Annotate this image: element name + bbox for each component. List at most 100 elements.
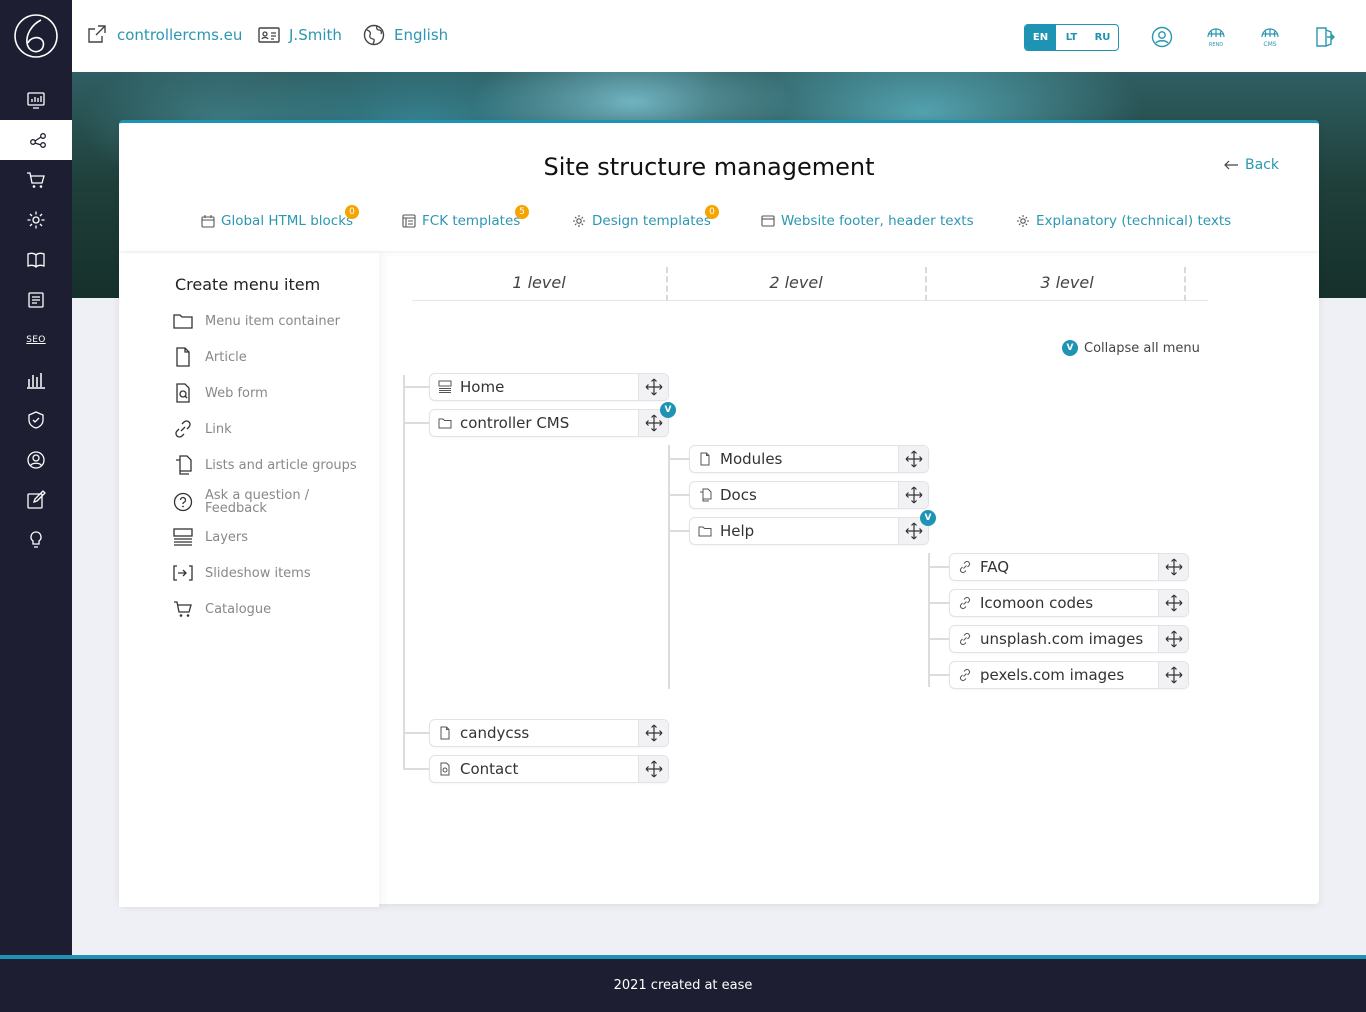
window-icon [761,215,775,227]
tab-explanatory-texts[interactable]: Explanatory (technical) texts [1016,213,1231,229]
expand-toggle[interactable]: V [920,510,936,526]
user-link[interactable]: J.Smith [258,24,342,46]
node-label[interactable]: Contact [460,760,638,778]
level-separator [666,267,668,301]
copy-icon [700,488,712,502]
move-icon [1165,666,1182,684]
move-handle[interactable] [1158,554,1188,580]
level-separator [1184,267,1186,301]
back-label: Back [1245,157,1279,173]
tab-fck-templates[interactable]: FCK templates 5 [402,205,529,229]
create-link[interactable]: Link [173,419,232,439]
create-menu-item-container[interactable]: Menu item container [173,311,340,331]
collapse-all-button[interactable]: V Collapse all menu [1062,340,1200,356]
folder-icon [173,314,193,329]
tab-design-templates[interactable]: Design templates 0 [572,205,719,229]
link-icon [960,633,970,645]
lang-ru[interactable]: RU [1087,25,1118,50]
dashboard-icon[interactable] [0,80,72,120]
folder-icon [698,526,712,537]
seo-icon[interactable]: SEO [0,320,72,360]
cms-globe-icon[interactable]: CMS [1257,24,1283,50]
move-handle[interactable] [638,756,668,782]
slideshow-icon [173,565,193,581]
move-handle[interactable] [898,446,928,472]
move-handle[interactable] [638,720,668,746]
logo-icon[interactable] [13,13,59,59]
node-label[interactable]: FAQ [980,558,1158,576]
rend-globe-icon[interactable]: REND [1203,24,1229,50]
node-label[interactable]: Help [720,522,898,540]
site-link[interactable]: controllercms.eu [86,24,242,46]
news-icon[interactable] [0,280,72,320]
book-icon[interactable] [0,240,72,280]
structure-card: Site structure management Back Global HT… [119,120,1319,907]
menu-node-help: Help V [689,510,936,545]
move-handle[interactable] [1158,590,1188,616]
menu-node-unsplash: unsplash.com images [949,625,1189,653]
menu-node-candycss: candycss [429,719,669,747]
menu-node-icomoon: Icomoon codes [949,589,1189,617]
menu-node-pexels: pexels.com images [949,661,1189,689]
cms-label: CMS [1263,41,1276,48]
move-icon [905,522,922,540]
tree-line [403,386,429,388]
id-card-icon [258,27,280,43]
node-label[interactable]: pexels.com images [980,666,1158,684]
web-form-icon [440,762,450,776]
create-web-form[interactable]: Web form [173,383,268,403]
language-label: English [394,26,449,44]
collapse-icon: V [1062,340,1078,356]
profile-icon[interactable] [1149,24,1175,50]
tree-line [403,375,405,769]
settings-icon[interactable] [0,200,72,240]
create-lists-article-groups[interactable]: Lists and article groups [173,455,357,475]
file-icon [176,347,190,367]
node-label[interactable]: Icomoon codes [980,594,1158,612]
move-handle[interactable] [1158,626,1188,652]
tree-line [928,638,950,640]
page-title: Site structure management [543,153,875,181]
create-catalogue[interactable]: Catalogue [173,599,271,619]
stats-icon[interactable] [0,360,72,400]
expand-toggle[interactable]: V [660,402,676,418]
lightbulb-icon[interactable] [0,520,72,560]
move-icon [645,760,662,778]
level-separator [925,267,927,301]
badge-count: 0 [705,205,719,219]
node-label[interactable]: Docs [720,486,898,504]
logout-icon[interactable] [1311,24,1337,50]
layers-icon [173,528,193,546]
language-link[interactable]: English [363,24,448,46]
create-question-feedback[interactable]: Ask a question / Feedback [173,489,315,515]
cart-icon[interactable] [0,160,72,200]
move-handle[interactable] [638,374,668,400]
tab-global-html-blocks[interactable]: Global HTML blocks 0 [201,205,359,229]
move-handle[interactable] [898,482,928,508]
menu-node-home: Home [429,373,669,401]
tree-line [928,674,950,676]
edit-icon[interactable] [0,480,72,520]
move-handle[interactable] [1158,662,1188,688]
footer-text: 2021 created at ease [613,978,753,993]
node-label[interactable]: candycss [460,724,638,742]
lang-lt[interactable]: LT [1056,25,1087,50]
level-3-header: 3 level [926,265,1208,301]
node-label[interactable]: Modules [720,450,898,468]
web-form-icon [176,383,190,403]
user-icon[interactable] [0,440,72,480]
node-label[interactable]: controller CMS [460,414,638,432]
shield-icon[interactable] [0,400,72,440]
create-slideshow-items[interactable]: Slideshow items [173,563,311,583]
lang-en[interactable]: EN [1025,25,1056,50]
calendar-icon [201,215,215,228]
create-article[interactable]: Article [173,347,247,367]
create-layers[interactable]: Layers [173,527,248,547]
node-label[interactable]: Home [460,378,638,396]
node-label[interactable]: unsplash.com images [980,630,1158,648]
arrow-left-icon [1224,160,1238,170]
back-link[interactable]: Back [1223,157,1279,173]
tab-footer-header-texts[interactable]: Website footer, header texts [761,213,974,229]
structure-icon[interactable] [0,120,78,160]
move-icon [645,724,662,742]
